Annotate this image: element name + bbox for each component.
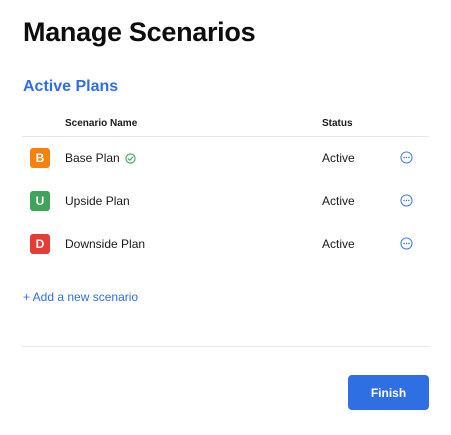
- finish-button[interactable]: Finish: [348, 375, 429, 410]
- column-header-scenario-name: Scenario Name: [65, 118, 138, 129]
- scenario-badge: D: [30, 234, 50, 254]
- scenario-status: Active: [322, 194, 355, 208]
- footer-divider: [22, 346, 429, 347]
- check-circle-icon: [125, 152, 136, 164]
- scenario-name: Base Plan: [65, 151, 120, 165]
- table-row[interactable]: D Downside Plan Active: [22, 223, 429, 266]
- scenario-name-cell: Base Plan: [65, 151, 136, 165]
- scenario-name-cell: Downside Plan: [65, 237, 145, 251]
- scenario-name-cell: Upside Plan: [65, 194, 130, 208]
- scenario-badge: B: [30, 148, 50, 168]
- table-row[interactable]: B Base Plan Active: [22, 137, 429, 180]
- add-scenario-link[interactable]: + Add a new scenario: [23, 290, 138, 304]
- more-options-icon[interactable]: [400, 194, 413, 207]
- scenario-badge: U: [30, 191, 50, 211]
- dialog-title: Manage Scenarios: [23, 17, 256, 47]
- table-row[interactable]: U Upside Plan Active: [22, 180, 429, 223]
- scenario-name: Downside Plan: [65, 237, 146, 251]
- section-title-active-plans: Active Plans: [23, 78, 119, 95]
- table-header: Scenario Name Status: [22, 113, 429, 137]
- scenario-status: Active: [322, 237, 355, 251]
- scenarios-table: Scenario Name Status B Base Plan Active: [22, 113, 429, 266]
- more-options-icon[interactable]: [400, 237, 413, 250]
- scenario-status: Active: [322, 151, 355, 165]
- more-options-icon[interactable]: [400, 151, 413, 164]
- manage-scenarios-dialog: Manage Scenarios Active Plans Scenario N…: [0, 0, 451, 435]
- column-header-status: Status: [322, 118, 353, 129]
- scenario-name: Upside Plan: [65, 194, 130, 208]
